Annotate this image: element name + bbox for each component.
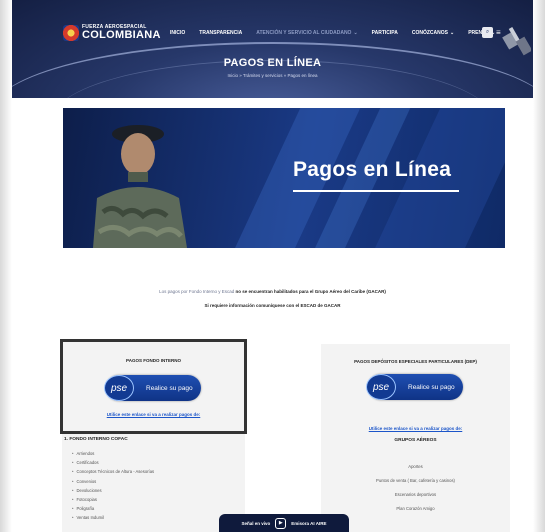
list-item: Puntos de venta ( Bar, cafetería y casin… [376, 478, 455, 483]
nav-item-conozcanos[interactable]: CONÓZCANOS ⌄ [412, 30, 454, 36]
chevron-down-icon: ⌄ [353, 30, 358, 36]
breadcrumb[interactable]: Inicio » Trámites y servicios » Pagos en… [12, 73, 533, 78]
banner-underline [293, 190, 459, 192]
radio-station-label: Emisora AI AIRE [291, 520, 327, 526]
list-item: Certificados [72, 458, 154, 467]
site-header: FUERZA AEROESPACIAL COLOMBIANA INICIO TR… [12, 0, 533, 98]
list-item: Escenarios deportivos [394, 492, 437, 497]
page-title: PAGOS EN LÍNEA [223, 57, 322, 69]
nav-item-transparencia[interactable]: TRANSPARENCIA [199, 30, 242, 36]
panel-depositos-especiales: PAGOS DEPÓSITOS ESPECIALES PARTICULARES … [321, 344, 510, 532]
list-item: Plan Corazón Amigo [396, 506, 435, 511]
site-logo[interactable]: FUERZA AEROESPACIAL COLOMBIANA [63, 25, 161, 41]
pse-logo-icon: pse [366, 374, 396, 400]
list-item: Ventas Indumil [72, 513, 154, 522]
notice-line-1: Los pagos por Fondo Interno y Escad no s… [159, 289, 386, 294]
nav-item-participa[interactable]: PARTICIPA [372, 30, 398, 36]
frame-shadow-left [0, 0, 12, 532]
live-signal-label: Señal en vivo [241, 520, 271, 526]
logo-shield-icon [63, 25, 79, 41]
list-item: Arriendos [72, 449, 154, 458]
page: FUERZA AEROESPACIAL COLOMBIANA INICIO TR… [12, 0, 533, 532]
logo-big-text: COLOMBIANA [82, 29, 161, 41]
banner-title: Pagos en Línea [293, 158, 452, 181]
notice-line-2: Si requiere información comuníquese con … [204, 303, 341, 308]
panel-heading: PAGOS DEPÓSITOS ESPECIALES PARTICULARES … [354, 359, 477, 364]
nav-item-atencion[interactable]: ATENCIÓN Y SERVICIO AL CIUDADANO ⌄ [256, 30, 357, 36]
main-nav: INICIO TRANSPARENCIA ATENCIÓN Y SERVICIO… [170, 30, 509, 36]
list-item: Devoluciones [72, 486, 154, 495]
list-item: Poligrafía [72, 504, 154, 513]
frame-shadow-right [533, 0, 545, 532]
hamburger-menu-icon[interactable]: ≡ [496, 29, 501, 37]
payment-link[interactable]: Utilice este enlace si va a realizar pag… [321, 426, 510, 431]
list-item: Conceptos Técnicos de Altura - Asesorías [72, 467, 154, 476]
hero-banner: Pagos en Línea [63, 108, 505, 248]
highlight-box [60, 339, 247, 434]
nav-item-inicio[interactable]: INICIO [170, 30, 185, 36]
pse-pay-button[interactable]: pse Realice su pago [366, 374, 463, 400]
search-icon[interactable]: ⌕ [482, 27, 493, 38]
group-title: GRUPOS AÉREOS [394, 438, 437, 443]
chevron-down-icon: ⌄ [450, 30, 455, 36]
list-item: Aportes [408, 464, 423, 469]
list-title: 1. FONDO INTERNO COFAC [64, 437, 128, 442]
soldier-image [93, 125, 187, 248]
list-item: Fotocopias [72, 495, 154, 504]
fondo-interno-list: Arriendos Certificados Conceptos Técnico… [72, 449, 154, 523]
list-item: Convenios [72, 477, 154, 486]
play-icon[interactable]: ▶ [275, 517, 287, 529]
live-radio-bar[interactable]: Señal en vivo ▶ Emisora AI AIRE [219, 514, 349, 532]
